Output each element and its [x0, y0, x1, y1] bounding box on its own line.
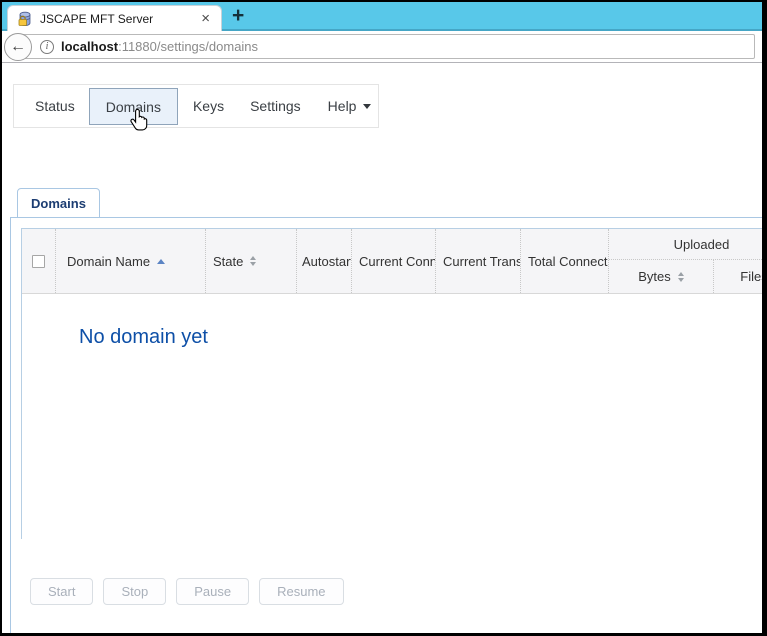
menu-item-settings[interactable]: Settings	[250, 98, 301, 114]
select-all-checkbox[interactable]	[32, 255, 45, 268]
tab-domains-label: Domains	[31, 196, 86, 211]
menu-item-status[interactable]: Status	[35, 98, 75, 114]
header-group-uploaded: Uploaded	[609, 229, 767, 260]
header-cell-current-connections[interactable]: Current Connections	[352, 229, 436, 293]
close-tab-icon[interactable]: ×	[198, 11, 213, 26]
chevron-down-icon	[363, 104, 371, 109]
header-cell-uploaded-files[interactable]: Files	[714, 260, 767, 293]
browser-toolbar: i localhost:11880/settings/domains	[2, 31, 762, 63]
header-cell-autostart[interactable]: Autostart	[297, 229, 352, 293]
header-cell-total-connections[interactable]: Total Connections	[521, 229, 609, 293]
tab-title: JSCAPE MFT Server	[40, 12, 192, 26]
header-cell-uploaded-bytes[interactable]: Bytes	[609, 260, 714, 293]
back-arrow-icon: ←	[10, 38, 26, 56]
domains-table: Domain Name State Autostart Current Conn…	[21, 228, 767, 539]
stop-button[interactable]: Stop	[103, 578, 166, 605]
back-button[interactable]: ←	[4, 33, 32, 61]
header-cell-select-all	[22, 229, 56, 293]
sort-asc-icon	[157, 259, 165, 264]
new-tab-button[interactable]: +	[232, 3, 244, 29]
header-cell-domain-name[interactable]: Domain Name	[56, 229, 206, 293]
sort-both-icon	[678, 272, 684, 282]
site-favicon-icon	[17, 11, 33, 27]
browser-tab-bar: JSCAPE MFT Server × +	[2, 2, 762, 31]
site-info-icon[interactable]: i	[40, 40, 54, 54]
empty-table-message: No domain yet	[22, 294, 767, 349]
table-body: No domain yet	[22, 294, 767, 539]
menu-item-help[interactable]: Help	[328, 98, 372, 114]
domain-actions: Start Stop Pause Resume	[30, 578, 354, 605]
pause-button[interactable]: Pause	[176, 578, 249, 605]
url-path: :11880/settings/domains	[118, 39, 258, 54]
menu-item-keys[interactable]: Keys	[193, 98, 224, 114]
browser-tab[interactable]: JSCAPE MFT Server ×	[7, 5, 222, 31]
header-cell-state[interactable]: State	[206, 229, 297, 293]
hand-cursor-icon	[128, 108, 151, 137]
main-menu: Status Domains Keys Settings Help	[13, 84, 379, 128]
start-button[interactable]: Start	[30, 578, 93, 605]
menu-item-help-label: Help	[328, 98, 357, 114]
address-bar[interactable]: i localhost:11880/settings/domains	[17, 34, 755, 59]
url-host: localhost	[61, 39, 118, 54]
tab-domains[interactable]: Domains	[17, 188, 100, 218]
panel-border-left	[10, 217, 11, 633]
resume-button[interactable]: Resume	[259, 578, 343, 605]
table-header: Domain Name State Autostart Current Conn…	[22, 229, 767, 294]
url-text: localhost:11880/settings/domains	[61, 39, 258, 54]
header-cell-current-transfers[interactable]: Current Transfers	[436, 229, 521, 293]
browser-window: JSCAPE MFT Server × + i localhost:11880/…	[0, 0, 767, 636]
sort-both-icon	[250, 256, 256, 266]
panel-border-top	[10, 217, 762, 218]
